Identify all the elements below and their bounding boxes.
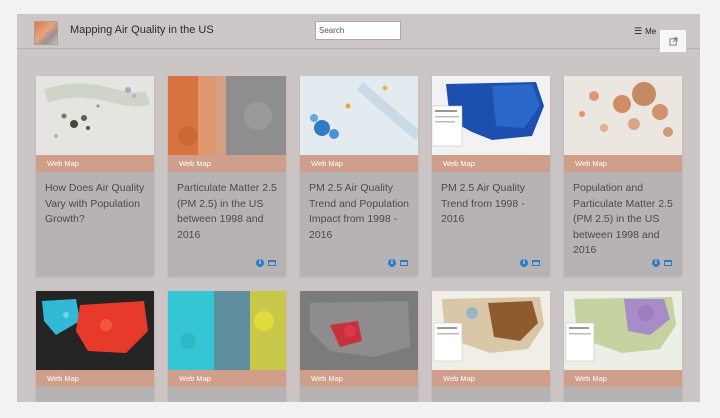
card-type-label: Web Map [564, 370, 682, 387]
card-type-label: Web Map [36, 155, 154, 172]
app-logo [34, 21, 58, 45]
info-icon[interactable]: i [652, 259, 660, 267]
map-card[interactable]: Web Map Particulate Matter 2.5 (PM 2.5) … [168, 76, 286, 276]
info-icon[interactable]: i [256, 259, 264, 267]
map-thumbnail [36, 76, 154, 155]
card-type-label: Web Map [300, 155, 418, 172]
map-thumbnail [36, 291, 154, 370]
external-link-icon [668, 36, 678, 46]
map-thumbnail [300, 76, 418, 155]
card-type-label: Web Map [432, 370, 550, 387]
map-card[interactable]: Web Map [564, 291, 682, 402]
card-type-label: Web Map [36, 370, 154, 387]
card-title[interactable]: How Does Air Quality Vary with Populatio… [45, 181, 149, 228]
map-thumbnail [564, 76, 682, 155]
map-thumbnail [564, 291, 682, 370]
info-icon[interactable]: i [520, 259, 528, 267]
map-card[interactable]: Web Map PM 2.5 Air Quality Trend and Pop… [300, 76, 418, 276]
map-details-icon[interactable] [664, 260, 672, 266]
share-button[interactable] [659, 29, 687, 53]
map-card[interactable]: Web Map [432, 291, 550, 402]
map-details-icon[interactable] [400, 260, 408, 266]
map-thumbnail [168, 291, 286, 370]
card-title[interactable]: PM 2.5 Air Quality Trend and Population … [309, 181, 413, 243]
card-title[interactable]: Population and Particulate Matter 2.5 (P… [573, 181, 677, 259]
menu-button[interactable]: ☰ Me [634, 26, 656, 37]
map-card[interactable]: Web Map [300, 291, 418, 402]
info-icon[interactable]: i [388, 259, 396, 267]
card-type-label: Web Map [432, 155, 550, 172]
map-details-icon[interactable] [532, 260, 540, 266]
search-input[interactable] [315, 21, 401, 40]
card-type-label: Web Map [168, 155, 286, 172]
map-card[interactable]: Web Map [36, 291, 154, 402]
map-details-icon[interactable] [268, 260, 276, 266]
card-type-label: Web Map [300, 370, 418, 387]
map-card[interactable]: Web Map [168, 291, 286, 402]
app-frame: Mapping Air Quality in the US ☰Me [17, 14, 700, 402]
header: Mapping Air Quality in the US ☰Me [17, 14, 700, 49]
map-card[interactable]: Web Map How Does Air Quality Vary with P… [36, 76, 154, 276]
map-thumbnail [168, 76, 286, 155]
page-title: Mapping Air Quality in the US [70, 24, 214, 36]
map-thumbnail [432, 291, 550, 370]
map-thumbnail [432, 76, 550, 155]
card-title[interactable]: PM 2.5 Air Quality Trend from 1998 - 201… [441, 181, 545, 228]
menu-label: Me [645, 27, 657, 36]
map-card[interactable]: Web Map PM 2.5 Air Quality Trend from 19… [432, 76, 550, 276]
hamburger-icon: ☰ [634, 26, 643, 36]
card-title[interactable]: Particulate Matter 2.5 (PM 2.5) in the U… [177, 181, 281, 243]
map-thumbnail [300, 291, 418, 370]
card-type-label: Web Map [168, 370, 286, 387]
map-card[interactable]: Web Map Population and Particulate Matte… [564, 76, 682, 276]
card-type-label: Web Map [564, 155, 682, 172]
